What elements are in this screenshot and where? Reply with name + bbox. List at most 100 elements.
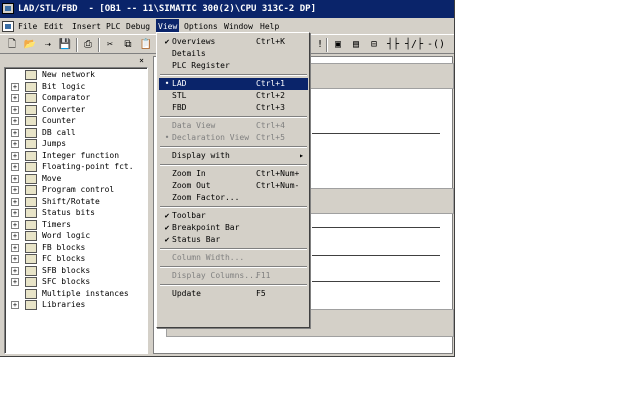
- menu-item-label: Data View: [172, 121, 216, 130]
- network-icon[interactable]: ⊟: [366, 37, 382, 53]
- expand-icon[interactable]: +: [11, 197, 19, 206]
- open-online-icon[interactable]: ⇢: [40, 37, 56, 53]
- print-icon[interactable]: ⎙: [80, 37, 96, 53]
- paste-icon[interactable]: 📋: [138, 37, 154, 53]
- expand-icon[interactable]: +: [11, 128, 19, 137]
- expand-icon[interactable]: +: [11, 209, 19, 217]
- folder-icon: [25, 127, 37, 138]
- expand-icon[interactable]: +: [11, 278, 19, 286]
- menu-item-overviews[interactable]: ✔ Overviews Ctrl+K: [159, 36, 308, 48]
- tree-item[interactable]: + FB blocks: [5, 242, 147, 254]
- folder-icon: [25, 150, 37, 161]
- menu-item-fbd[interactable]: FBD Ctrl+3: [159, 102, 308, 114]
- menu-separator: [160, 164, 307, 166]
- coil-icon[interactable]: -(): [426, 37, 446, 53]
- new-icon[interactable]: 🗋: [4, 37, 20, 53]
- tree-item[interactable]: + Counter: [5, 115, 147, 127]
- menu-insert[interactable]: Insert: [70, 19, 103, 34]
- menu-item-toolbar[interactable]: ✔ Toolbar: [159, 210, 308, 222]
- expand-icon[interactable]: +: [11, 186, 19, 194]
- menu-item-plc-register[interactable]: PLC Register: [159, 60, 308, 72]
- folder-icon: [25, 219, 37, 230]
- expand-icon[interactable]: +: [11, 140, 19, 148]
- menu-item-details[interactable]: Details: [159, 48, 308, 60]
- tree-item[interactable]: + SFB blocks: [5, 265, 147, 277]
- menu-edit[interactable]: Edit: [42, 19, 65, 34]
- tree-item[interactable]: + Jumps: [5, 138, 147, 150]
- expand-icon[interactable]: +: [11, 163, 19, 171]
- expand-icon[interactable]: +: [11, 232, 19, 240]
- menu-item-shortcut: Ctrl+2: [256, 91, 285, 100]
- contact-nc-icon[interactable]: ┤/├: [404, 37, 424, 53]
- tree-item[interactable]: + Integer function: [5, 150, 147, 162]
- system-menu-icon[interactable]: [2, 21, 14, 32]
- tree-item[interactable]: + Program control: [5, 184, 147, 196]
- menu-item-label: Overviews: [172, 37, 216, 46]
- menu-item-stl[interactable]: STL Ctrl+2: [159, 90, 308, 102]
- close-icon[interactable]: ×: [137, 56, 146, 65]
- tree-item[interactable]: + DB call: [5, 127, 147, 139]
- save-icon[interactable]: 💾: [57, 37, 73, 53]
- menu-item-display-with[interactable]: Display with ▸: [159, 150, 308, 162]
- window-title: LAD/STL/FBD - [OB1 -- 11\SIMATIC 300(2)\…: [18, 4, 317, 14]
- tree-item[interactable]: + Shift/Rotate: [5, 196, 147, 208]
- tree-item[interactable]: New network: [5, 69, 147, 81]
- cut-icon[interactable]: ✂: [102, 37, 118, 53]
- expand-icon[interactable]: +: [11, 94, 19, 102]
- tree-item-label: Comparator: [42, 93, 91, 102]
- expand-icon[interactable]: +: [11, 117, 19, 125]
- menu-item-label: Column Width...: [172, 253, 245, 262]
- expand-icon[interactable]: +: [11, 243, 19, 252]
- menu-item-lad[interactable]: • LAD Ctrl+1: [159, 78, 308, 90]
- copy-icon[interactable]: ⧉: [120, 37, 136, 53]
- expand-icon[interactable]: +: [11, 105, 19, 114]
- open-icon[interactable]: 📂: [22, 37, 38, 53]
- menu-plc[interactable]: PLC: [104, 19, 122, 34]
- expand-icon[interactable]: +: [11, 266, 19, 275]
- expand-icon[interactable]: +: [11, 151, 19, 160]
- tree-item[interactable]: + FC blocks: [5, 253, 147, 265]
- overview-icon[interactable]: ▣: [330, 37, 346, 53]
- tree-item[interactable]: + Status bits: [5, 207, 147, 219]
- expand-icon[interactable]: +: [11, 301, 19, 309]
- details-icon[interactable]: ▤: [348, 37, 364, 53]
- menu-item-label: Display Columns...: [172, 271, 259, 280]
- expand-icon[interactable]: +: [11, 174, 19, 183]
- menu-item-update[interactable]: Update F5: [159, 288, 308, 300]
- tree-item[interactable]: + Word logic: [5, 230, 147, 242]
- menu-file[interactable]: File: [16, 19, 39, 34]
- folder-icon: [25, 116, 37, 126]
- menu-item-zoom-factor[interactable]: Zoom Factor...: [159, 192, 308, 204]
- expand-icon[interactable]: +: [11, 82, 19, 91]
- menu-item-label: Zoom In: [172, 169, 206, 178]
- new-network-icon: [25, 70, 37, 80]
- program-elements-tree: New network + Bit logic + Comparator + Convert…: [4, 67, 148, 354]
- menu-item-shortcut: F5: [256, 289, 266, 298]
- expand-icon[interactable]: +: [11, 255, 19, 263]
- tree-item-label: SFC blocks: [42, 277, 91, 286]
- menu-item-zoom-in[interactable]: Zoom In Ctrl+Num+: [159, 168, 308, 180]
- tree-item[interactable]: Multiple instances: [5, 288, 147, 300]
- menu-debug[interactable]: Debug: [124, 19, 152, 34]
- folder-icon: [25, 173, 37, 184]
- tree-item[interactable]: + Converter: [5, 104, 147, 116]
- menu-item-label: Zoom Factor...: [172, 193, 240, 202]
- tree-item[interactable]: + Bit logic: [5, 81, 147, 93]
- menu-item-shortcut: Ctrl+3: [256, 103, 285, 112]
- tree-item[interactable]: + Timers: [5, 219, 147, 231]
- expand-icon[interactable]: +: [11, 220, 19, 229]
- tree-item[interactable]: + SFC blocks: [5, 276, 147, 288]
- menu-item-breakpoint-bar[interactable]: ✔ Breakpoint Bar: [159, 222, 308, 234]
- menu-item-status-bar[interactable]: ✔ Status Bar: [159, 234, 308, 246]
- multi-instance-icon: [25, 288, 37, 299]
- checkmark-icon: ✔: [164, 235, 170, 244]
- tree-item[interactable]: + Comparator: [5, 92, 147, 104]
- menu-item-zoom-out[interactable]: Zoom Out Ctrl+Num-: [159, 180, 308, 192]
- contact-no-icon[interactable]: ┤├: [384, 37, 402, 53]
- menu-item-label: Status Bar: [172, 235, 221, 244]
- tree-item[interactable]: + Floating-point fct.: [5, 161, 147, 173]
- menu-separator: [160, 116, 307, 118]
- tree-item[interactable]: + Move: [5, 173, 147, 185]
- tree-item[interactable]: + Libraries: [5, 299, 147, 311]
- title-bar[interactable]: LAD/STL/FBD - [OB1 -- 11\SIMATIC 300(2)\…: [0, 0, 454, 18]
